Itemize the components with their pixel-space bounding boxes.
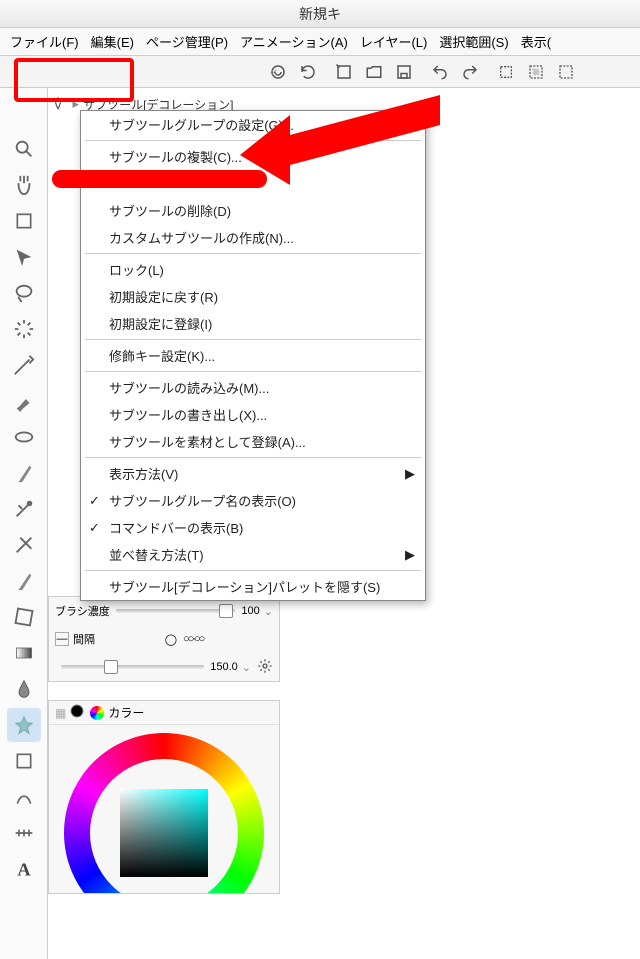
tool-brush[interactable]	[7, 420, 41, 454]
tool-fill[interactable]	[7, 600, 41, 634]
tool-text[interactable]: A	[7, 852, 41, 886]
color-wheel-icon	[90, 706, 104, 720]
tool-ruler[interactable]	[7, 816, 41, 850]
menu-custom-subtool[interactable]: カスタムサブツールの作成(N)...	[81, 224, 425, 251]
menu-edit[interactable]: 編集(E)	[85, 32, 140, 51]
spacing-value: 150.0	[210, 661, 238, 673]
annotation-red-box	[14, 58, 134, 102]
toolbar-invert-icon[interactable]	[552, 59, 580, 85]
menu-show-commandbar[interactable]: ✓コマンドバーの表示(B)	[81, 514, 425, 541]
window-title: 新規キ	[0, 0, 640, 28]
brush-density-value: 100	[241, 605, 259, 617]
tool-frame[interactable]	[7, 780, 41, 814]
tool-move[interactable]	[7, 168, 41, 202]
brush-density-label: ブラシ濃度	[55, 603, 110, 619]
menu-select[interactable]: 選択範囲(S)	[433, 32, 514, 51]
settings-gear-icon[interactable]	[257, 658, 273, 677]
tool-drop[interactable]	[7, 672, 41, 706]
toolbar-open-icon[interactable]	[360, 59, 388, 85]
tool-effect[interactable]	[7, 708, 41, 742]
tool-blend[interactable]	[7, 564, 41, 598]
brush-property-panel: ブラシ濃度 100 ⌄ — 間隔 ◯ ○○·○○ 150.0 ⌄	[48, 596, 280, 682]
checkmark-icon: ✓	[89, 493, 100, 509]
submenu-arrow-icon: ▶	[405, 547, 415, 563]
menubar: ファイル(F) 編集(E) ページ管理(P) アニメーション(A) レイヤー(L…	[0, 28, 640, 56]
tool-operation[interactable]	[7, 204, 41, 238]
menu-view[interactable]: 表示(	[515, 32, 557, 51]
menu-separator	[85, 457, 421, 458]
toolbar-new-canvas-icon[interactable]	[330, 59, 358, 85]
menu-hide-palette[interactable]: サブツール[デコレーション]パレットを隠す(S)	[81, 573, 425, 600]
checkmark-icon: ✓	[89, 520, 100, 536]
menu-reset-default[interactable]: 初期設定に戻す(R)	[81, 283, 425, 310]
annotation-red-arrow	[230, 85, 450, 185]
menu-separator	[85, 339, 421, 340]
menu-separator	[85, 570, 421, 571]
menu-import-subtool[interactable]: サブツールの読み込み(M)...	[81, 374, 425, 401]
menu-separator	[85, 371, 421, 372]
tool-layermove[interactable]	[7, 240, 41, 274]
menu-lock[interactable]: ロック(L)	[81, 256, 425, 283]
tool-eraser[interactable]	[7, 528, 41, 562]
menu-modifier-key[interactable]: 修飾キー設定(K)...	[81, 342, 425, 369]
menu-register-default[interactable]: 初期設定に登録(I)	[81, 310, 425, 337]
tool-pen[interactable]	[7, 384, 41, 418]
tool-zoom[interactable]	[7, 132, 41, 166]
stepper-icon[interactable]: ⌄	[264, 605, 273, 618]
color-square[interactable]	[120, 789, 208, 877]
tool-figure[interactable]	[7, 744, 41, 778]
menu-show-group-name[interactable]: ✓サブツールグループ名の表示(O)	[81, 487, 425, 514]
tool-airbrush[interactable]	[7, 456, 41, 490]
menu-sort-method[interactable]: 並べ替え方法(T)▶	[81, 541, 425, 568]
toolbar-undo-icon[interactable]	[426, 59, 454, 85]
tool-eyedropper[interactable]	[7, 348, 41, 382]
color-wheel[interactable]	[64, 733, 264, 893]
menu-page[interactable]: ページ管理(P)	[140, 32, 234, 51]
tool-sidebar: A	[0, 88, 48, 959]
brush-density-slider[interactable]	[116, 609, 236, 613]
toolbar-refresh-icon[interactable]	[294, 59, 322, 85]
spacing-slider[interactable]	[61, 665, 204, 669]
tool-wand[interactable]	[7, 312, 41, 346]
menu-register-material[interactable]: サブツールを素材として登録(A)...	[81, 428, 425, 455]
toolbar-redo-icon[interactable]	[456, 59, 484, 85]
menu-view-mode[interactable]: 表示方法(V)▶	[81, 460, 425, 487]
collapse-chevron-icon[interactable]: «	[270, 64, 277, 79]
toolbar-selectall-icon[interactable]	[522, 59, 550, 85]
spacing-label: 間隔	[73, 631, 95, 647]
spacing-mode-dot-icon[interactable]: ◯	[165, 633, 177, 646]
menu-delete-subtool[interactable]: サブツールの削除(D)	[81, 197, 425, 224]
color-panel-title: カラー	[108, 704, 144, 721]
spacing-mode-dots-icon[interactable]: ○○·○○	[183, 633, 203, 646]
menu-separator	[85, 253, 421, 254]
menu-animation[interactable]: アニメーション(A)	[234, 32, 354, 51]
toolbar-save-icon[interactable]	[390, 59, 418, 85]
svg-text:A: A	[17, 860, 31, 879]
menu-file[interactable]: ファイル(F)	[4, 32, 85, 51]
color-panel: ▦ カラー	[48, 700, 280, 894]
tool-decoration[interactable]	[7, 492, 41, 526]
color-swatch-icon[interactable]	[70, 704, 84, 721]
stepper-icon[interactable]: ⌄	[242, 661, 251, 674]
submenu-arrow-icon: ▶	[405, 466, 415, 482]
menu-export-subtool[interactable]: サブツールの書き出し(X)...	[81, 401, 425, 428]
spacing-toggle[interactable]: —	[55, 632, 69, 646]
toolbar-deselect-icon[interactable]	[492, 59, 520, 85]
tool-lasso[interactable]	[7, 276, 41, 310]
toolbar-spiral-icon[interactable]	[264, 59, 292, 85]
palette-grip-icon[interactable]: ▦	[55, 706, 66, 720]
menu-layer[interactable]: レイヤー(L)	[354, 32, 434, 51]
tool-gradient[interactable]	[7, 636, 41, 670]
